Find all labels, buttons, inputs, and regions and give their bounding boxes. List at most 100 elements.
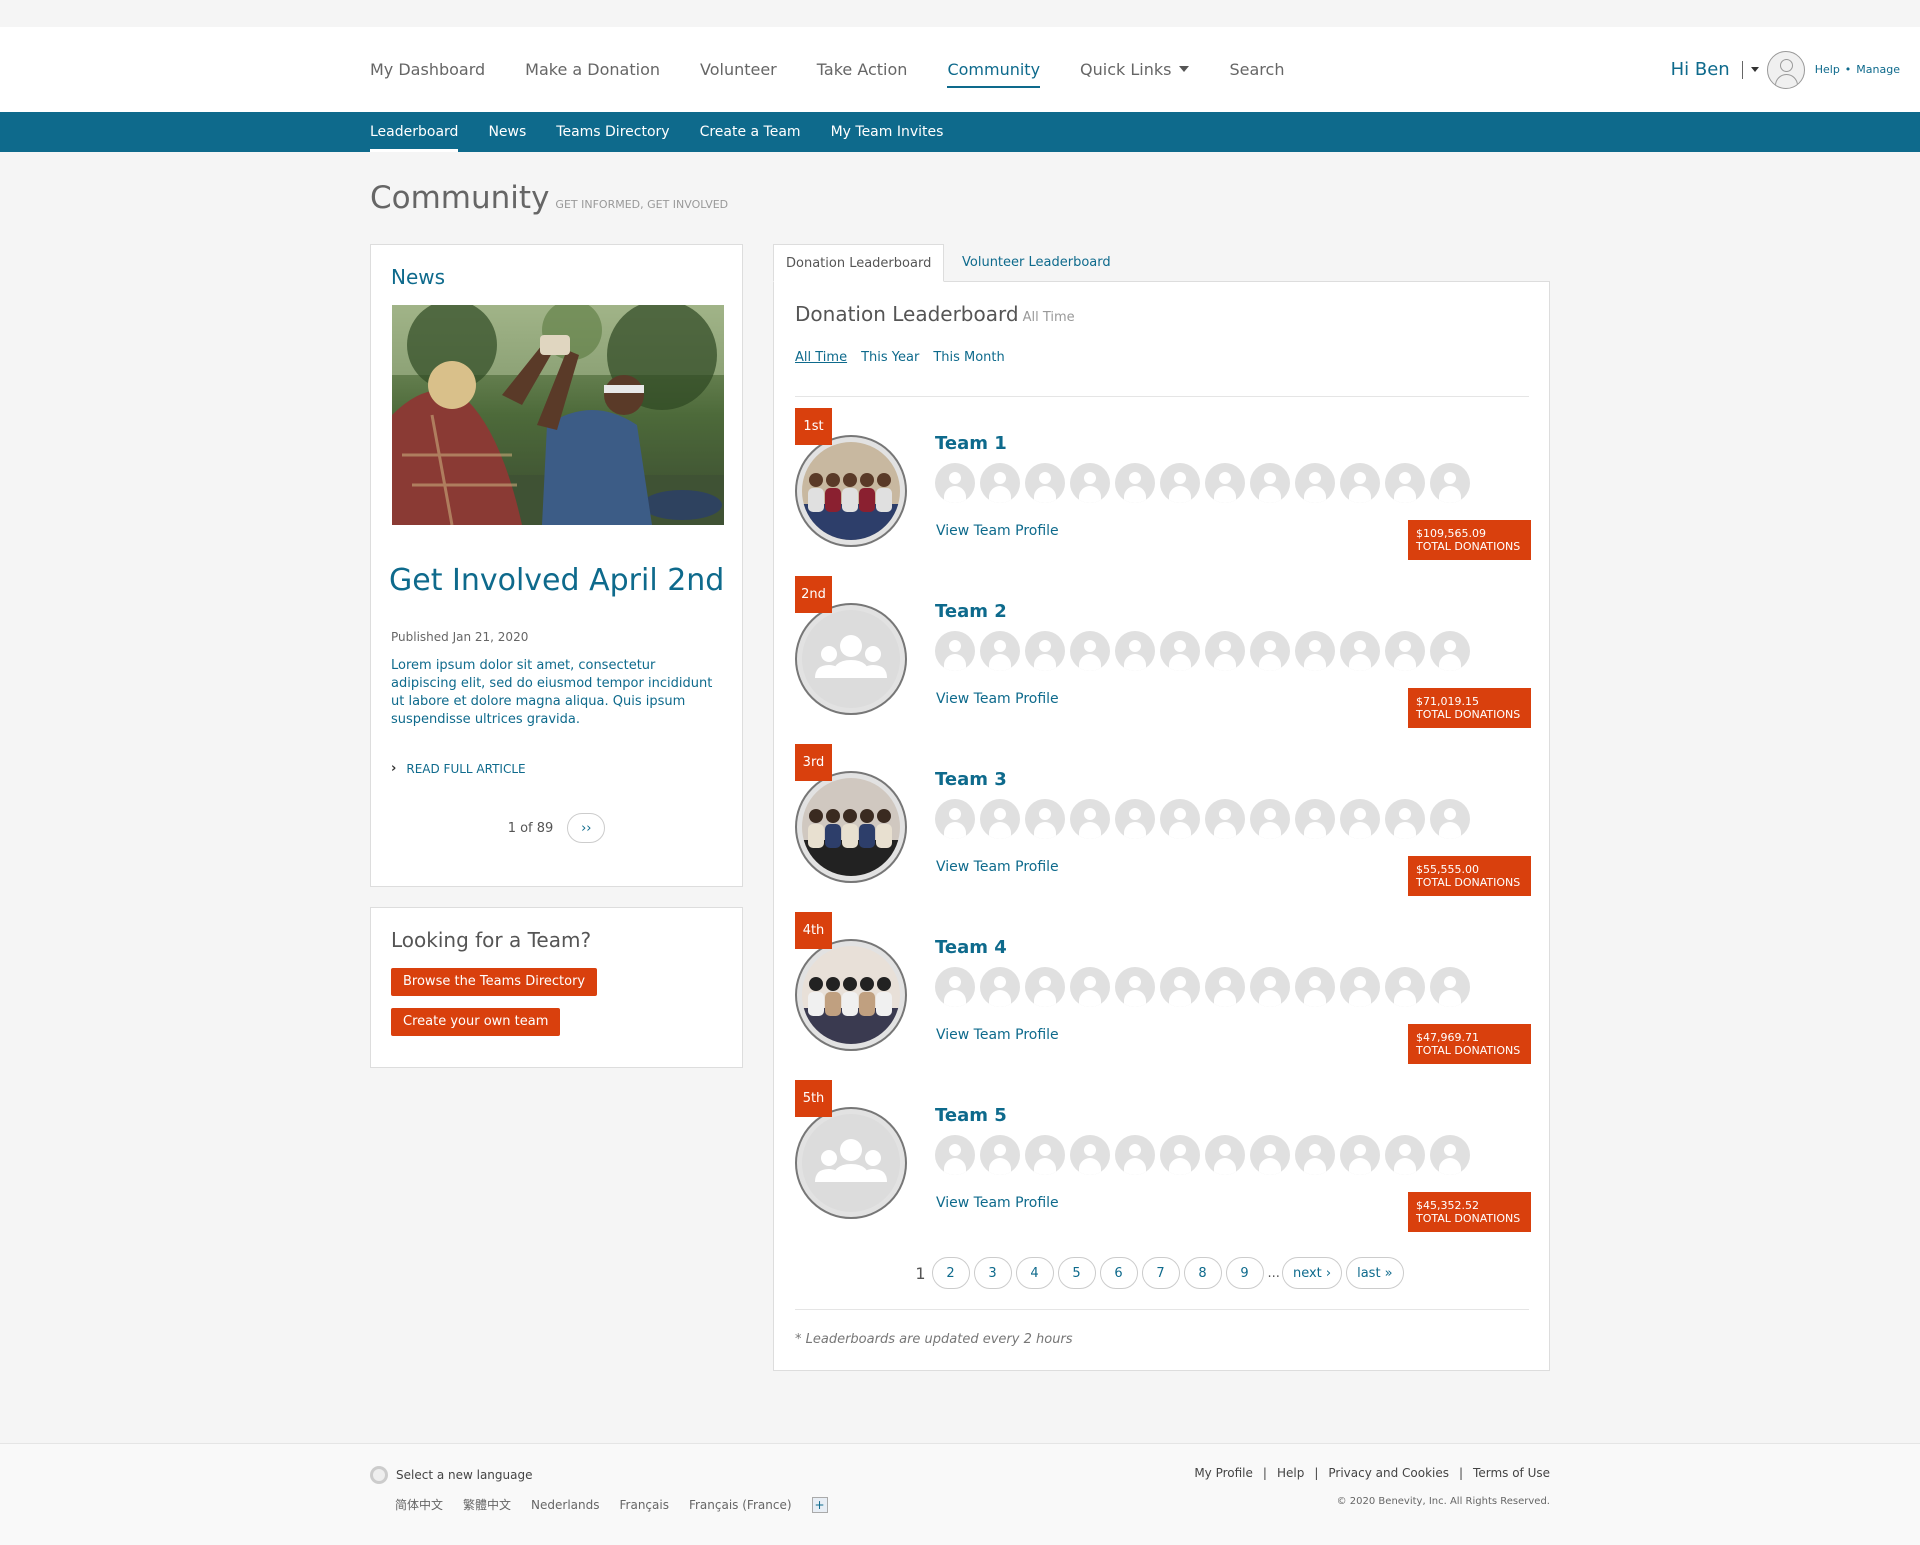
member-avatar-icon[interactable]: [1250, 463, 1290, 503]
member-avatar-icon[interactable]: [1340, 1135, 1380, 1175]
member-avatar-icon[interactable]: [980, 1135, 1020, 1175]
member-avatar-icon[interactable]: [1025, 967, 1065, 1007]
member-avatar-icon[interactable]: [1070, 967, 1110, 1007]
member-avatar-icon[interactable]: [1115, 967, 1155, 1007]
team-avatar[interactable]: [795, 939, 907, 1051]
nav-item-my-dashboard[interactable]: My Dashboard: [370, 27, 485, 112]
member-avatar-icon[interactable]: [1340, 463, 1380, 503]
nav-item-volunteer[interactable]: Volunteer: [700, 27, 777, 112]
language-option[interactable]: Français: [620, 1498, 669, 1512]
view-team-profile-link[interactable]: View Team Profile: [936, 859, 1059, 875]
user-avatar-icon[interactable]: [1766, 50, 1805, 89]
page-button-7[interactable]: 7: [1141, 1257, 1180, 1289]
member-avatar-icon[interactable]: [1430, 799, 1470, 839]
member-avatar-icon[interactable]: [1430, 967, 1470, 1007]
filter-all-time[interactable]: All Time: [795, 350, 847, 365]
team-avatar[interactable]: [795, 435, 907, 547]
user-greeting[interactable]: Hi Ben: [1671, 59, 1730, 80]
subnav-item-teams-directory[interactable]: Teams Directory: [556, 112, 669, 152]
help-link[interactable]: Help: [1815, 63, 1840, 76]
next-page-button[interactable]: next ›: [1281, 1257, 1343, 1289]
member-avatar-icon[interactable]: [1385, 631, 1425, 671]
create-team-button[interactable]: Create your own team: [391, 1008, 561, 1036]
team-avatar[interactable]: [795, 771, 907, 883]
member-avatar-icon[interactable]: [1430, 463, 1470, 503]
member-avatar-icon[interactable]: [1025, 463, 1065, 503]
member-avatar-icon[interactable]: [1385, 1135, 1425, 1175]
member-avatar-icon[interactable]: [935, 799, 975, 839]
member-avatar-icon[interactable]: [935, 967, 975, 1007]
member-avatar-icon[interactable]: [1115, 1135, 1155, 1175]
member-avatar-icon[interactable]: [1385, 967, 1425, 1007]
page-button-3[interactable]: 3: [973, 1257, 1012, 1289]
member-avatar-icon[interactable]: [1025, 1135, 1065, 1175]
team-name-link[interactable]: Team 3: [935, 769, 1007, 790]
read-full-article-link[interactable]: › READ FULL ARTICLE: [391, 761, 526, 776]
member-avatar-icon[interactable]: [1340, 967, 1380, 1007]
nav-item-take-action[interactable]: Take Action: [817, 27, 908, 112]
member-avatar-icon[interactable]: [1205, 463, 1245, 503]
news-next-button[interactable]: ››: [567, 813, 606, 843]
member-avatar-icon[interactable]: [1160, 1135, 1200, 1175]
last-page-button[interactable]: last »: [1346, 1257, 1404, 1289]
view-team-profile-link[interactable]: View Team Profile: [936, 1195, 1059, 1211]
member-avatar-icon[interactable]: [1205, 1135, 1245, 1175]
nav-item-search[interactable]: Search: [1229, 27, 1284, 112]
tab-donation-leaderboard[interactable]: Donation Leaderboard: [773, 244, 945, 282]
member-avatar-icon[interactable]: [1430, 1135, 1470, 1175]
filter-this-year[interactable]: This Year: [861, 350, 919, 365]
member-avatar-icon[interactable]: [1115, 799, 1155, 839]
member-avatar-icon[interactable]: [1295, 1135, 1335, 1175]
member-avatar-icon[interactable]: [935, 631, 975, 671]
footer-link-my-profile[interactable]: My Profile: [1194, 1466, 1253, 1480]
language-option[interactable]: Français (France): [689, 1498, 792, 1512]
more-languages-plus-icon[interactable]: +: [811, 1496, 828, 1513]
member-avatar-icon[interactable]: [980, 631, 1020, 671]
team-name-link[interactable]: Team 4: [935, 937, 1007, 958]
language-option[interactable]: 简体中文: [395, 1496, 443, 1513]
member-avatar-icon[interactable]: [1250, 799, 1290, 839]
page-button-8[interactable]: 8: [1183, 1257, 1222, 1289]
member-avatar-icon[interactable]: [1025, 631, 1065, 671]
footer-link-terms-of-use[interactable]: Terms of Use: [1473, 1466, 1550, 1480]
member-avatar-icon[interactable]: [1205, 631, 1245, 671]
page-button-5[interactable]: 5: [1057, 1257, 1096, 1289]
member-avatar-icon[interactable]: [1205, 967, 1245, 1007]
member-avatar-icon[interactable]: [1070, 1135, 1110, 1175]
subnav-item-news[interactable]: News: [488, 112, 526, 152]
member-avatar-icon[interactable]: [1160, 967, 1200, 1007]
team-name-link[interactable]: Team 2: [935, 601, 1007, 622]
member-avatar-icon[interactable]: [935, 463, 975, 503]
member-avatar-icon[interactable]: [1160, 799, 1200, 839]
subnav-item-leaderboard[interactable]: Leaderboard: [370, 112, 459, 152]
view-team-profile-link[interactable]: View Team Profile: [936, 523, 1059, 539]
member-avatar-icon[interactable]: [1250, 1135, 1290, 1175]
member-avatar-icon[interactable]: [1115, 463, 1155, 503]
subnav-item-my-team-invites[interactable]: My Team Invites: [831, 112, 944, 152]
team-avatar[interactable]: [795, 603, 907, 715]
member-avatar-icon[interactable]: [1385, 799, 1425, 839]
language-option[interactable]: 繁體中文: [463, 1496, 511, 1513]
language-option[interactable]: Nederlands: [531, 1498, 599, 1512]
member-avatar-icon[interactable]: [1205, 799, 1245, 839]
team-name-link[interactable]: Team 5: [935, 1105, 1007, 1126]
nav-item-quick-links[interactable]: Quick Links: [1080, 27, 1190, 112]
manage-link[interactable]: Manage: [1856, 63, 1900, 76]
member-avatar-icon[interactable]: [1295, 799, 1335, 839]
member-avatar-icon[interactable]: [1160, 463, 1200, 503]
page-button-2[interactable]: 2: [931, 1257, 970, 1289]
browse-teams-button[interactable]: Browse the Teams Directory: [391, 968, 598, 996]
filter-this-month[interactable]: This Month: [933, 350, 1004, 365]
member-avatar-icon[interactable]: [1160, 631, 1200, 671]
member-avatar-icon[interactable]: [980, 799, 1020, 839]
news-image[interactable]: [392, 305, 724, 525]
page-button-6[interactable]: 6: [1099, 1257, 1138, 1289]
news-article-title[interactable]: Get Involved April 2nd: [389, 563, 724, 598]
team-name-link[interactable]: Team 1: [935, 433, 1007, 454]
subnav-item-create-a-team[interactable]: Create a Team: [700, 112, 801, 152]
member-avatar-icon[interactable]: [1295, 967, 1335, 1007]
member-avatar-icon[interactable]: [1070, 631, 1110, 671]
member-avatar-icon[interactable]: [1430, 631, 1470, 671]
member-avatar-icon[interactable]: [1250, 631, 1290, 671]
member-avatar-icon[interactable]: [1340, 631, 1380, 671]
